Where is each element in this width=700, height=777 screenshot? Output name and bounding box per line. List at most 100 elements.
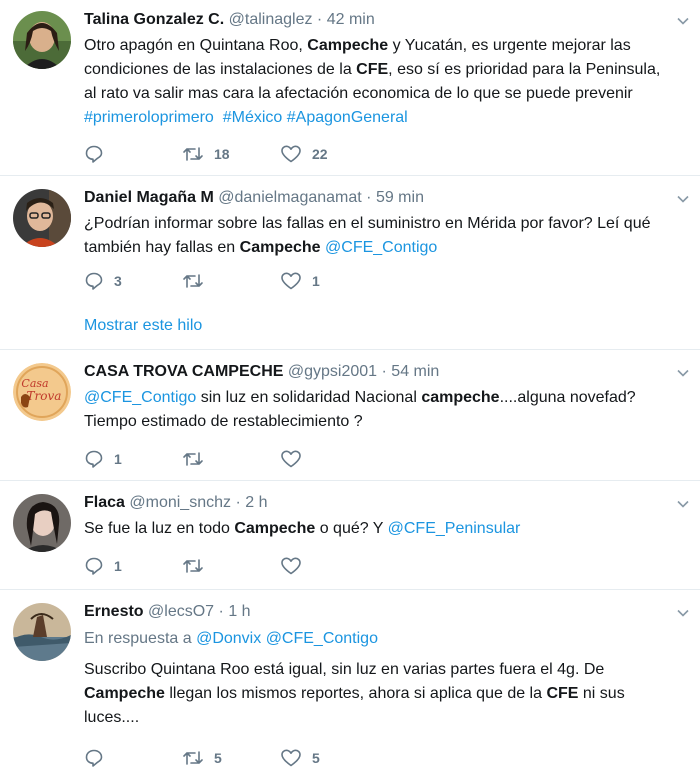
like-button[interactable]: 22 bbox=[280, 144, 378, 164]
show-thread-link[interactable]: Mostrar este hilo bbox=[84, 317, 202, 335]
reply-context-user[interactable]: @CFE_Contigo bbox=[266, 630, 378, 647]
chevron-down-icon[interactable] bbox=[676, 14, 690, 28]
text-segment: , eso sí es prioridad para la Peninsula, bbox=[388, 61, 661, 78]
avatar-image bbox=[13, 494, 71, 552]
separator-dot: · bbox=[218, 603, 224, 620]
tweet-header: Ernesto @lecsO7 · 1 h bbox=[84, 602, 690, 622]
tweet[interactable]: Flaca @moni_snchz · 2 h Se fue la luz en… bbox=[0, 481, 700, 590]
retweet-count: 18 bbox=[214, 146, 230, 162]
like-button[interactable] bbox=[280, 556, 378, 576]
separator-dot: · bbox=[316, 11, 323, 28]
author-name[interactable]: Flaca bbox=[84, 494, 125, 511]
tweet-text-line: Se fue la luz en todo Campeche o qué? Y … bbox=[84, 517, 690, 541]
retweet-button[interactable] bbox=[182, 556, 280, 576]
tweet-text: Otro apagón en Quintana Roo, Campeche y … bbox=[84, 34, 690, 130]
text-segment: ni sus bbox=[578, 685, 625, 702]
hashtag-link[interactable]: #México bbox=[223, 109, 283, 126]
chevron-down-icon[interactable] bbox=[676, 366, 690, 380]
reply-context: En respuesta a @Donvix @CFE_Contigo bbox=[84, 628, 690, 650]
reply-button[interactable] bbox=[84, 748, 182, 768]
tweet-text-line: luces.... bbox=[84, 706, 690, 730]
reply-icon bbox=[85, 145, 103, 163]
author-handle[interactable]: @gypsi2001 bbox=[288, 363, 377, 380]
reply-button[interactable] bbox=[84, 144, 182, 164]
tweet-text-line: también hay fallas en Campeche @CFE_Cont… bbox=[84, 236, 690, 260]
chevron-down-icon[interactable] bbox=[676, 497, 690, 511]
author-name[interactable]: Ernesto bbox=[84, 603, 144, 620]
reply-icon bbox=[85, 557, 103, 575]
retweet-icon bbox=[183, 452, 203, 466]
hashtag-link[interactable]: #ApagonGeneral bbox=[287, 109, 408, 126]
tweet-text-line: @CFE_Contigo sin luz en solidaridad Naci… bbox=[84, 386, 690, 410]
tweet[interactable]: Daniel Magaña M @danielmaganamat · 59 mi… bbox=[0, 176, 700, 350]
tweet-text-line: Suscribo Quintana Roo está igual, sin lu… bbox=[84, 658, 690, 682]
reply-button[interactable]: 3 bbox=[84, 271, 182, 291]
separator-dot: · bbox=[381, 363, 387, 380]
author-handle[interactable]: @danielmaganamat bbox=[218, 189, 361, 206]
avatar-logo-text: Trova bbox=[27, 389, 62, 403]
timestamp[interactable]: 2 h bbox=[245, 494, 267, 511]
chevron-down-icon[interactable] bbox=[676, 192, 690, 206]
separator-dot: · bbox=[235, 494, 241, 511]
reply-count: 1 bbox=[114, 558, 122, 574]
author-handle[interactable]: @talinaglez bbox=[229, 11, 313, 28]
tweet-text: Suscribo Quintana Roo está igual, sin lu… bbox=[84, 658, 690, 730]
retweet-button[interactable]: 18 bbox=[182, 144, 280, 164]
mention-link[interactable]: @CFE_Contigo bbox=[325, 239, 437, 256]
highlighted-term: Campeche bbox=[84, 685, 165, 702]
retweet-icon bbox=[183, 274, 203, 288]
highlighted-term: campeche bbox=[421, 389, 500, 406]
avatar[interactable] bbox=[13, 189, 71, 247]
timestamp[interactable]: 42 min bbox=[327, 11, 375, 28]
avatar-image: Casa Trova bbox=[13, 363, 71, 421]
retweet-button[interactable]: 5 bbox=[182, 748, 280, 768]
avatar[interactable]: Casa Trova bbox=[13, 363, 71, 421]
mention-link[interactable]: @CFE_Contigo bbox=[84, 389, 196, 406]
mention-link[interactable]: @CFE_Peninsular bbox=[388, 520, 521, 537]
reply-button[interactable]: 1 bbox=[84, 449, 182, 469]
avatar[interactable] bbox=[13, 603, 71, 661]
like-count: 5 bbox=[312, 750, 320, 766]
tweet-text-line: Campeche llegan los mismos reportes, aho… bbox=[84, 682, 690, 706]
text-segment: llegan los mismos reportes, ahora si apl… bbox=[164, 685, 547, 702]
heart-icon bbox=[281, 557, 301, 575]
retweet-count: 5 bbox=[214, 750, 222, 766]
retweet-button[interactable] bbox=[182, 449, 280, 469]
like-button[interactable]: 5 bbox=[280, 748, 378, 768]
reply-icon bbox=[85, 450, 103, 468]
text-segment: Suscribo Quintana Roo está igual, sin lu… bbox=[84, 661, 605, 678]
author-name[interactable]: Daniel Magaña M bbox=[84, 189, 214, 206]
timestamp[interactable]: 59 min bbox=[376, 189, 424, 206]
like-button[interactable]: 1 bbox=[280, 271, 378, 291]
reply-context-user[interactable]: @Donvix bbox=[196, 630, 261, 647]
author-handle[interactable]: @lecsO7 bbox=[148, 603, 214, 620]
tweet[interactable]: Casa Trova CASA TROVA CAMPECHE @gypsi200… bbox=[0, 350, 700, 481]
tweet[interactable]: Ernesto @lecsO7 · 1 h En respuesta a @Do… bbox=[0, 590, 700, 777]
reply-button[interactable]: 1 bbox=[84, 556, 182, 576]
author-handle[interactable]: @moni_snchz bbox=[129, 494, 231, 511]
tweet-actions: 1 bbox=[84, 555, 378, 577]
avatar[interactable] bbox=[13, 11, 71, 69]
text-segment: ....alguna novefad? bbox=[499, 389, 636, 406]
avatar[interactable] bbox=[13, 494, 71, 552]
tweet-text-line: #primeroloprimero #México #ApagonGeneral bbox=[84, 106, 690, 130]
avatar-image bbox=[13, 11, 71, 69]
heart-icon bbox=[281, 145, 301, 163]
timestamp[interactable]: 54 min bbox=[391, 363, 439, 380]
chevron-down-icon[interactable] bbox=[676, 606, 690, 620]
tweet[interactable]: Talina Gonzalez C. @talinaglez · 42 min … bbox=[0, 0, 700, 176]
timestamp[interactable]: 1 h bbox=[228, 603, 250, 620]
hashtag-link[interactable]: #primeroloprimero bbox=[84, 109, 214, 126]
like-button[interactable] bbox=[280, 449, 378, 469]
author-name[interactable]: Talina Gonzalez C. bbox=[84, 11, 224, 28]
separator-dot: · bbox=[366, 189, 372, 206]
reply-count: 1 bbox=[114, 451, 122, 467]
tweet-actions: 3 1 bbox=[84, 270, 378, 292]
retweet-button[interactable] bbox=[182, 271, 280, 291]
reply-count: 3 bbox=[114, 273, 122, 289]
tweet-text-line: Tiempo estimado de restablecimiento ? bbox=[84, 410, 690, 434]
author-name[interactable]: CASA TROVA CAMPECHE bbox=[84, 363, 283, 380]
highlighted-term: Campeche bbox=[239, 239, 321, 256]
highlighted-term: Campeche bbox=[234, 520, 316, 537]
reply-context-label: En respuesta a bbox=[84, 630, 192, 647]
